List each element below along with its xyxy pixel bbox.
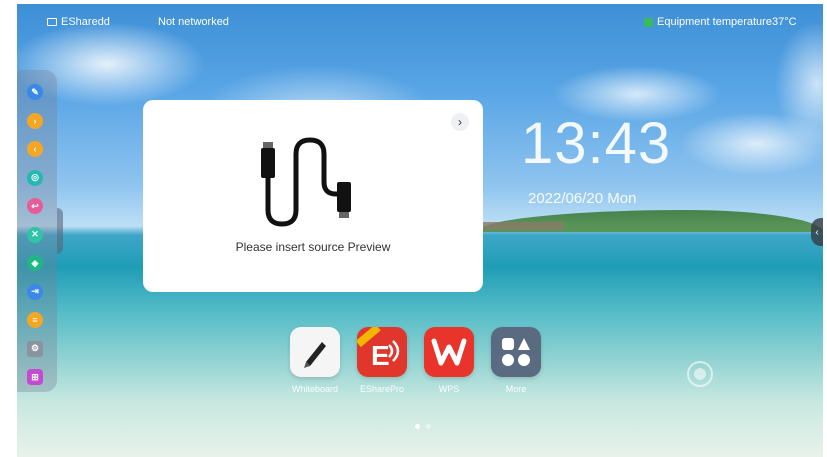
resort-background — [483, 222, 563, 230]
back-icon: ↩ — [31, 200, 39, 211]
hdmi-cable-icon — [261, 137, 351, 227]
layers-icon: ◈ — [31, 257, 39, 268]
target-icon: ◎ — [31, 172, 39, 182]
app-wps[interactable]: WPS — [423, 327, 475, 394]
app-label: WPS — [438, 384, 460, 394]
source-preview-card[interactable]: › Please insert source Preview — [143, 100, 483, 292]
thermometer-icon — [644, 17, 653, 27]
arrow-right-tool-button[interactable]: › — [27, 112, 43, 129]
gear-tool-button[interactable]: ⚙ — [27, 340, 43, 357]
network-name: ESharedd — [47, 16, 110, 28]
target-tool-button[interactable]: ◎ — [27, 169, 43, 186]
preview-message: Please insert source Preview — [235, 240, 391, 254]
whiteboard-icon — [290, 327, 340, 377]
page-indicator — [415, 424, 431, 429]
pen-icon: ✎ — [31, 86, 39, 97]
page-dot[interactable] — [415, 424, 420, 429]
wps-icon — [424, 327, 474, 377]
chevron-left-icon: ‹ — [815, 226, 819, 238]
network-status: Not networked — [158, 16, 229, 28]
arrow-right-icon: › — [33, 115, 37, 126]
chevron-right-icon: › — [458, 115, 462, 129]
svg-text:E: E — [371, 340, 390, 371]
app-esharepro[interactable]: E ESharePro — [355, 324, 408, 394]
more-apps-icon — [491, 327, 541, 377]
floating-menu-ball[interactable] — [687, 361, 713, 387]
list-tool-button[interactable]: ≡ — [27, 312, 43, 328]
pen-tool-button[interactable]: ✎ — [27, 84, 43, 100]
clock-time: 13:43 — [521, 111, 672, 176]
network-status-label: Not networked — [158, 16, 229, 28]
app-more[interactable]: More — [490, 327, 542, 394]
clock-date: 2022/06/20 Mon — [528, 190, 637, 207]
apps-icon: ⊞ — [31, 371, 39, 382]
esharepro-icon: E — [355, 324, 407, 377]
side-toolbar: ✎ › ‹ ◎ ↩ ✕ ◈ ⇥ ≡ ⚙ ⊞ — [17, 70, 57, 392]
network-name-label: ESharedd — [61, 16, 110, 28]
temperature-status: Equipment temperature37°C — [644, 16, 797, 28]
page-dot[interactable] — [426, 424, 431, 429]
app-label: More — [505, 384, 527, 394]
side-toolbar-handle[interactable] — [57, 208, 63, 254]
temperature-label: Equipment temperature37°C — [657, 16, 797, 28]
app-label: ESharePro — [359, 384, 405, 394]
desktop-screen: ESharedd Not networked Equipment tempera… — [17, 4, 823, 457]
apps-tool-button[interactable]: ⊞ — [27, 369, 43, 385]
gear-icon: ⚙ — [30, 343, 40, 353]
right-toolbar-handle[interactable]: ‹ — [811, 218, 823, 246]
arrow-left-tool-button[interactable]: ‹ — [27, 141, 43, 157]
list-icon: ≡ — [32, 315, 38, 325]
cast-icon — [47, 18, 57, 26]
status-bar: ESharedd Not networked Equipment tempera… — [17, 4, 823, 38]
back-tool-button[interactable]: ↩ — [27, 198, 43, 214]
eraser-tool-button[interactable]: ✕ — [27, 226, 43, 243]
input-tool-button[interactable]: ⇥ — [27, 283, 43, 300]
app-label: Whiteboard — [291, 384, 339, 394]
input-icon: ⇥ — [31, 286, 39, 296]
layers-tool-button[interactable]: ◈ — [27, 255, 43, 271]
preview-expand-button[interactable]: › — [451, 113, 469, 131]
eraser-icon: ✕ — [31, 229, 39, 239]
arrow-left-icon: ‹ — [33, 144, 37, 154]
app-whiteboard[interactable]: Whiteboard — [289, 327, 341, 394]
